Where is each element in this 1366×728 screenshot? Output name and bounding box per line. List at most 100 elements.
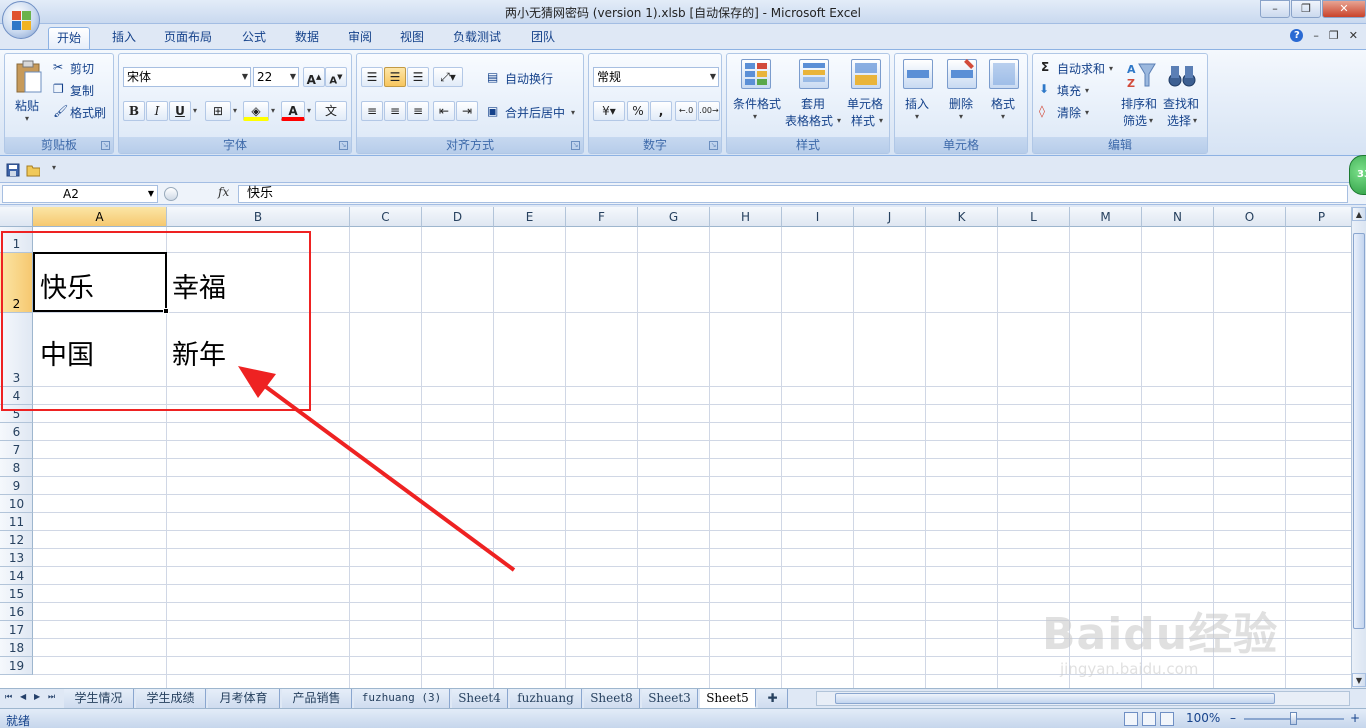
row-header-9[interactable]: 9 bbox=[0, 477, 33, 495]
sheet-tab-3[interactable]: 月考体育 bbox=[208, 689, 280, 708]
horizontal-scrollbar[interactable] bbox=[816, 691, 1350, 706]
wrap-text-button[interactable]: 自动换行 bbox=[505, 70, 553, 87]
row-header-1[interactable]: 1 bbox=[0, 227, 33, 253]
autosum-button[interactable]: 自动求和 bbox=[1057, 60, 1105, 77]
underline-dropdown-icon[interactable]: ▾ bbox=[193, 106, 197, 115]
sheet-tab-7[interactable]: fuzhuang bbox=[510, 689, 582, 708]
page-break-view-icon[interactable] bbox=[1160, 712, 1174, 726]
row-header-16[interactable]: 16 bbox=[0, 603, 33, 621]
ribbon-restore-icon[interactable]: ❐ bbox=[1329, 29, 1339, 42]
tab-home[interactable]: 开始 bbox=[48, 27, 91, 49]
fill-color-dropdown-icon[interactable]: ▾ bbox=[271, 106, 275, 115]
column-header-p[interactable]: P bbox=[1286, 207, 1351, 227]
sort-filter-line1[interactable]: 排序和 bbox=[1121, 95, 1157, 112]
cut-button[interactable]: 剪切 bbox=[70, 60, 94, 77]
column-header-l[interactable]: L bbox=[998, 207, 1070, 227]
tab-load-test[interactable]: 负载测试 bbox=[445, 27, 509, 49]
row-header-7[interactable]: 7 bbox=[0, 441, 33, 459]
percent-button[interactable]: % bbox=[627, 101, 649, 121]
row-header-5[interactable]: 5 bbox=[0, 405, 33, 423]
align-middle-button[interactable]: ☰ bbox=[384, 67, 406, 87]
insert-sheet-icon[interactable]: ✚ bbox=[758, 689, 788, 708]
find-select-line1[interactable]: 查找和 bbox=[1163, 95, 1199, 112]
column-header-m[interactable]: M bbox=[1070, 207, 1142, 227]
row-header-8[interactable]: 8 bbox=[0, 459, 33, 477]
column-header-c[interactable]: C bbox=[350, 207, 422, 227]
fill-button[interactable]: 填充 bbox=[1057, 82, 1081, 99]
column-header-e[interactable]: E bbox=[494, 207, 566, 227]
customize-toolbar-icon[interactable]: ▾ bbox=[52, 163, 56, 172]
column-header-h[interactable]: H bbox=[710, 207, 782, 227]
tab-review[interactable]: 审阅 bbox=[340, 27, 380, 49]
row-header-19[interactable]: 19 bbox=[0, 657, 33, 675]
row-header-3[interactable]: 3 bbox=[0, 313, 33, 387]
scroll-up-icon[interactable]: ▲ bbox=[1352, 207, 1366, 221]
page-layout-view-icon[interactable] bbox=[1142, 712, 1156, 726]
cell-b2[interactable]: 幸福 bbox=[172, 266, 226, 305]
italic-button[interactable]: I bbox=[146, 101, 168, 121]
increase-decimal-button[interactable]: ←.0 bbox=[675, 101, 697, 121]
column-header-j[interactable]: J bbox=[854, 207, 926, 227]
align-left-button[interactable]: ≡ bbox=[361, 101, 383, 121]
ribbon-minimize-icon[interactable]: – bbox=[1313, 29, 1319, 42]
horizontal-scroll-thumb[interactable] bbox=[835, 693, 1275, 704]
sheet-tab-4[interactable]: 产品销售 bbox=[282, 689, 352, 708]
paste-button[interactable]: 粘贴 bbox=[15, 97, 39, 114]
fill-color-button[interactable]: ◈ bbox=[243, 101, 269, 121]
sheet-tab-2[interactable]: 学生成绩 bbox=[136, 689, 206, 708]
autosum-dropdown-icon[interactable]: ▾ bbox=[1109, 64, 1113, 73]
tab-view[interactable]: 视图 bbox=[392, 27, 432, 49]
tab-formulas[interactable]: 公式 bbox=[234, 27, 274, 49]
find-select-line2[interactable]: 选择 bbox=[1167, 112, 1191, 129]
last-sheet-icon[interactable]: ⏭ bbox=[48, 692, 55, 702]
row-header-15[interactable]: 15 bbox=[0, 585, 33, 603]
row-header-11[interactable]: 11 bbox=[0, 513, 33, 531]
align-bottom-button[interactable]: ☰ bbox=[407, 67, 429, 87]
row-header-17[interactable]: 17 bbox=[0, 621, 33, 639]
row-header-2[interactable]: 2 bbox=[0, 253, 33, 313]
merge-dropdown-icon[interactable]: ▾ bbox=[571, 108, 575, 117]
format-as-table-line1[interactable]: 套用 bbox=[801, 95, 825, 112]
tab-data[interactable]: 数据 bbox=[287, 27, 327, 49]
column-header-k[interactable]: K bbox=[926, 207, 998, 227]
table-dropdown-icon[interactable]: ▾ bbox=[837, 116, 841, 125]
number-format-select[interactable]: 常规 ▼ bbox=[593, 67, 719, 87]
align-center-button[interactable]: ≡ bbox=[384, 101, 406, 121]
sheet-tab-5[interactable]: fuzhuang (3) bbox=[354, 689, 450, 708]
borders-dropdown-icon[interactable]: ▾ bbox=[233, 106, 237, 115]
ribbon-close-icon[interactable]: ✕ bbox=[1349, 29, 1358, 42]
sheet-tab-6[interactable]: Sheet4 bbox=[452, 689, 508, 708]
sheet-tab-active[interactable]: Sheet5 bbox=[700, 689, 756, 708]
clear-dropdown-icon[interactable]: ▾ bbox=[1085, 108, 1089, 117]
comma-button[interactable]: , bbox=[650, 101, 672, 121]
cell-a3[interactable]: 中国 bbox=[40, 333, 94, 372]
paste-dropdown-icon[interactable]: ▾ bbox=[25, 114, 29, 123]
office-button[interactable] bbox=[2, 1, 40, 39]
close-button[interactable]: ✕ bbox=[1322, 0, 1366, 18]
column-header-o[interactable]: O bbox=[1214, 207, 1286, 227]
floating-badge[interactable]: 33 bbox=[1349, 155, 1366, 195]
save-icon[interactable] bbox=[6, 163, 20, 177]
help-icon[interactable]: ? bbox=[1290, 29, 1304, 42]
merge-center-button[interactable]: 合并后居中 bbox=[505, 104, 565, 121]
fill-dropdown-icon[interactable]: ▾ bbox=[1085, 86, 1089, 95]
vertical-scrollbar[interactable]: ▲ ▼ bbox=[1351, 207, 1366, 688]
insert-cells-button[interactable]: 插入 bbox=[905, 95, 929, 112]
row-header-6[interactable]: 6 bbox=[0, 423, 33, 441]
column-header-d[interactable]: D bbox=[422, 207, 494, 227]
maximize-button[interactable]: ❐ bbox=[1291, 0, 1321, 18]
phonetic-guide-button[interactable]: 文 bbox=[315, 101, 347, 121]
font-size-select[interactable]: 22 ▼ bbox=[253, 67, 299, 87]
open-folder-icon[interactable] bbox=[26, 163, 40, 177]
font-launcher-icon[interactable]: ↘ bbox=[339, 141, 348, 150]
column-header-a[interactable]: A bbox=[33, 207, 167, 227]
format-dropdown-icon[interactable]: ▾ bbox=[1001, 112, 1005, 121]
copy-button[interactable]: 复制 bbox=[70, 82, 94, 99]
row-header-12[interactable]: 12 bbox=[0, 531, 33, 549]
column-header-b[interactable]: B bbox=[167, 207, 350, 227]
decrease-indent-button[interactable]: ⇤ bbox=[433, 101, 455, 121]
decrease-decimal-button[interactable]: .00→ bbox=[698, 101, 720, 121]
find-dropdown-icon[interactable]: ▾ bbox=[1193, 116, 1197, 125]
row-header-18[interactable]: 18 bbox=[0, 639, 33, 657]
row-header-14[interactable]: 14 bbox=[0, 567, 33, 585]
